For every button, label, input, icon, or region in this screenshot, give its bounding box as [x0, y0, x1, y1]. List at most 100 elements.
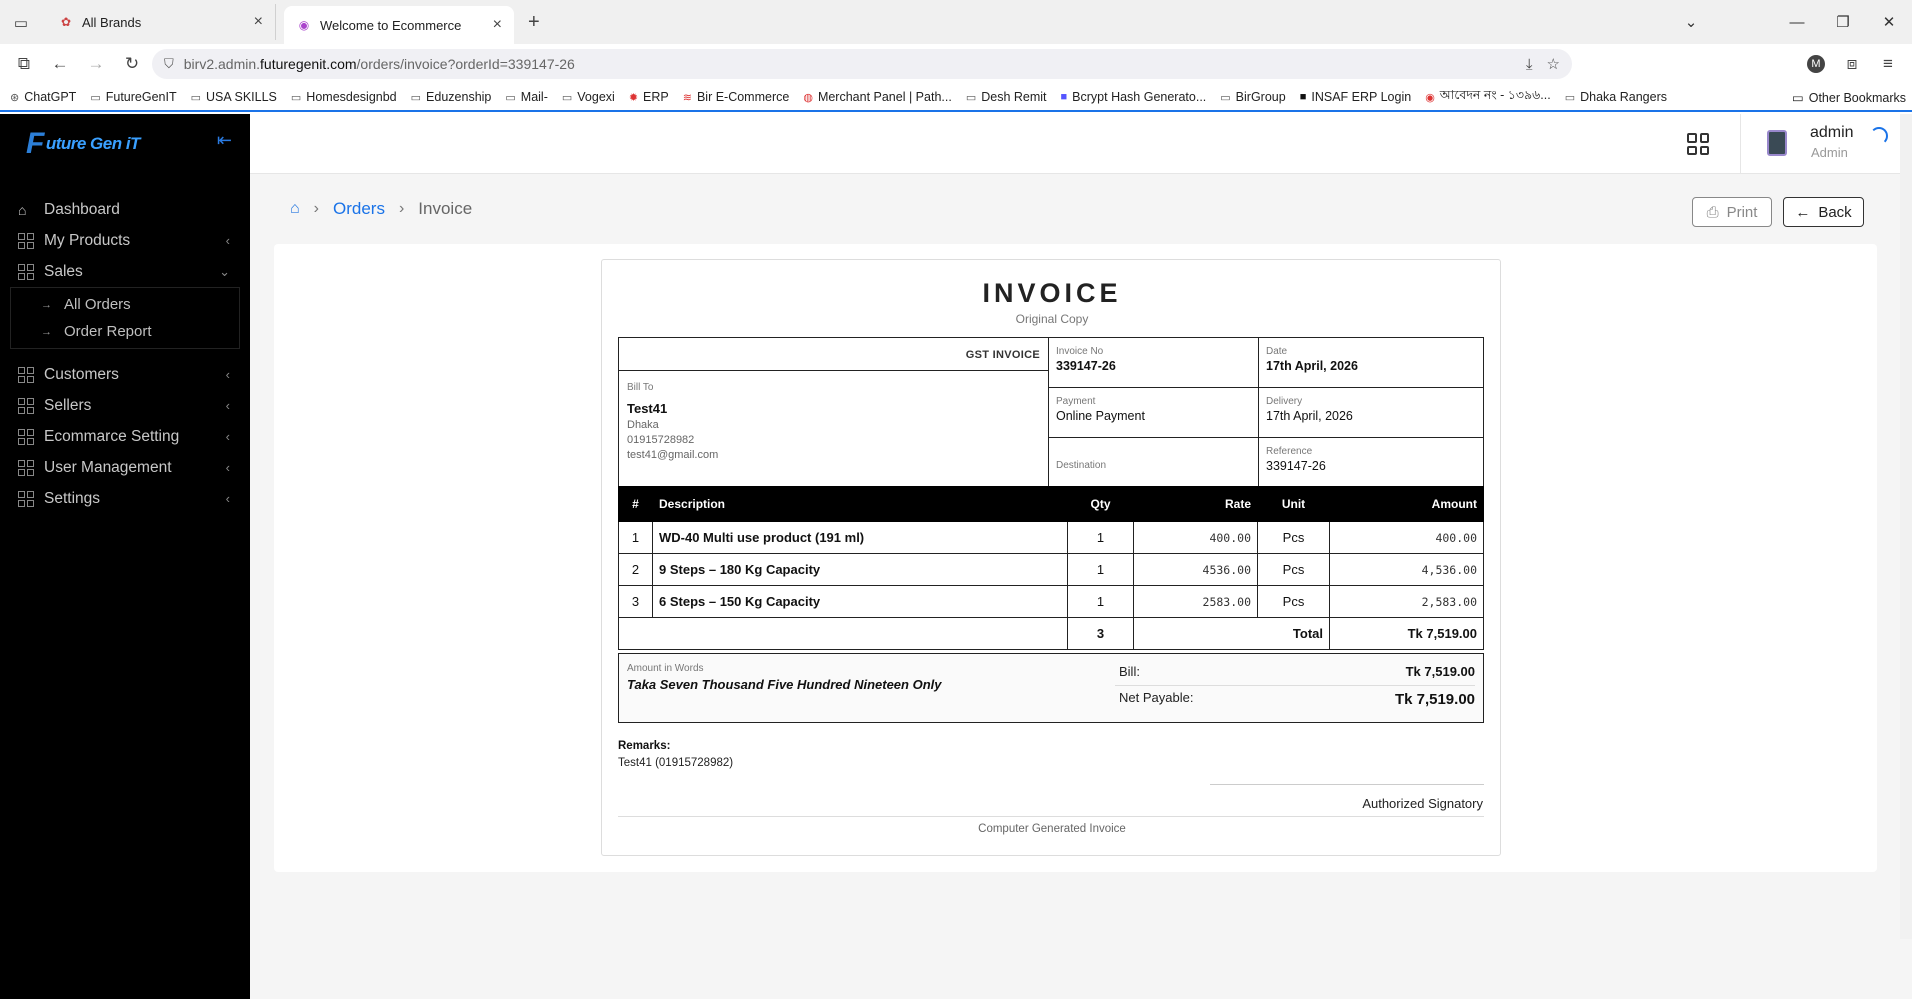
close-window-icon[interactable]: ✕	[1866, 13, 1912, 31]
grid-icon	[18, 397, 34, 414]
bookmark-star-icon[interactable]: ☆	[1547, 55, 1560, 73]
sidebar-item-settings[interactable]: Settings ‹	[0, 483, 250, 514]
sidebar: Future Gen iT ⇤ ⌂ Dashboard My Products …	[0, 114, 250, 999]
home-icon[interactable]: ⌂	[290, 200, 300, 218]
browser-tab-welcome[interactable]: ◉ Welcome to Ecommerce ×	[284, 6, 514, 44]
close-tab-icon[interactable]: ×	[493, 16, 502, 34]
arrow-right-icon: →	[41, 298, 52, 311]
tab-list-icon[interactable]: ▭	[10, 12, 32, 34]
invoice-footer: Computer Generated Invoice	[978, 823, 1126, 835]
site-info-icon[interactable]: ⛉	[164, 56, 174, 72]
folder-icon: ▭	[561, 91, 573, 104]
table-row: 3 6 Steps – 150 Kg Capacity 1 2583.00 Pc…	[618, 585, 1484, 618]
folder-icon: ▭	[290, 91, 302, 104]
folder-icon: ▭	[90, 91, 101, 104]
bcrypt-icon: ■	[1060, 91, 1068, 103]
bookmark-item[interactable]: ■ Bcrypt Hash Generato...	[1061, 90, 1207, 104]
bookmark-item[interactable]: ▭ Vogexi	[562, 90, 615, 104]
url-text: birv2.admin.futuregenit.com/orders/invoi…	[183, 56, 575, 72]
bill-value: Tk 7,519.00	[1405, 664, 1475, 679]
chevron-down-icon: ⌄	[219, 263, 230, 279]
sidebar-item-order-report[interactable]: → Order Report	[11, 318, 239, 345]
other-bookmarks[interactable]: ▭ Other Bookmarks	[1792, 90, 1906, 106]
folder-icon: ▭	[505, 91, 516, 104]
grid-icon	[18, 232, 34, 249]
sidebar-item-my-products[interactable]: My Products ‹	[0, 225, 250, 256]
total-row: 3 Total Tk 7,519.00	[618, 617, 1484, 650]
remarks-value: Test41 (01915728982)	[618, 757, 734, 769]
bookmark-item[interactable]: ≋ Bir E-Commerce	[683, 90, 790, 104]
sales-submenu: → All Orders → Order Report	[10, 287, 240, 349]
bookmark-item[interactable]: ▭ Eduzenship	[411, 90, 492, 104]
sidebar-item-ecommerce-setting[interactable]: Ecommarce Setting ‹	[0, 421, 250, 452]
customer-name: Test41	[627, 401, 668, 416]
extensions-icon[interactable]: ⧈	[1836, 48, 1868, 80]
close-tab-icon[interactable]: ×	[254, 13, 263, 31]
folder-icon: ▭	[190, 91, 202, 104]
scrollbar[interactable]	[1900, 114, 1912, 939]
profile-icon[interactable]: M	[1800, 48, 1832, 80]
bookmark-item[interactable]: ◉ আবেদন নং - ১৩৯৬...	[1425, 87, 1551, 107]
chevron-left-icon: ‹	[225, 398, 230, 413]
chevron-left-icon: ‹	[225, 491, 230, 506]
breadcrumb: ⌂ › Orders › Invoice	[290, 199, 472, 219]
bookmark-item[interactable]: ✹ ERP	[629, 90, 669, 104]
bookmark-item[interactable]: ▭ Mail-	[505, 90, 548, 104]
sidebar-item-all-orders[interactable]: → All Orders	[11, 291, 239, 318]
printer-icon: ⎙	[1706, 203, 1719, 221]
sidebar-item-sellers[interactable]: Sellers ‹	[0, 390, 250, 421]
reload-icon[interactable]: ↻	[116, 48, 148, 80]
bookmark-item[interactable]: ▭ USA SKILLS	[191, 90, 277, 104]
grid-icon	[18, 263, 34, 280]
browser-tab-all-brands[interactable]: ✿ All Brands ×	[46, 4, 276, 40]
breadcrumb-orders[interactable]: Orders	[333, 199, 385, 219]
loading-spinner-icon	[1870, 127, 1888, 145]
tab-title: All Brands	[82, 14, 142, 30]
back-arrow-icon[interactable]: ←	[44, 48, 76, 80]
tab-title: Welcome to Ecommerce	[320, 17, 462, 33]
amount-summary: Amount in Words Taka Seven Thousand Five…	[618, 653, 1484, 723]
bookmark-item[interactable]: ▭ FutureGenIT	[90, 90, 176, 104]
avatar[interactable]	[1767, 130, 1787, 156]
chevron-left-icon: ‹	[225, 429, 230, 444]
sidebar-item-sales[interactable]: Sales ⌄	[0, 256, 250, 287]
brand-logo[interactable]: Future Gen iT	[0, 114, 250, 174]
arrow-left-icon: ←	[1795, 203, 1811, 221]
invoice-document: INVOICE Original Copy GST INVOICE Bill T…	[601, 259, 1501, 856]
grid-icon	[18, 428, 34, 445]
bookmark-item[interactable]: ▭ Desh Remit	[966, 90, 1047, 104]
bill-to-block: Bill To Test41 Dhaka 01915728982 test41@…	[619, 371, 1049, 488]
collapse-sidebar-icon[interactable]: ⇤	[217, 130, 232, 151]
print-button[interactable]: ⎙ Print	[1692, 197, 1772, 227]
tab-dropdown-icon[interactable]: ⌄	[1668, 13, 1714, 31]
sidebar-toggle-icon[interactable]: ⧉	[8, 48, 40, 80]
folder-icon: ▭	[1220, 91, 1231, 104]
new-tab-icon[interactable]: +	[528, 11, 540, 34]
amount-in-words: Taka Seven Thousand Five Hundred Ninetee…	[627, 677, 942, 692]
minimize-icon[interactable]: —	[1774, 14, 1820, 31]
grid-icon	[18, 490, 34, 507]
back-button[interactable]: ← Back	[1783, 197, 1864, 227]
bookmark-item[interactable]: ▭ Dhaka Rangers	[1565, 90, 1667, 104]
payment-cell: Payment Online Payment	[1049, 388, 1259, 438]
restore-icon[interactable]: ❐	[1820, 13, 1866, 31]
total-label: Total	[1133, 617, 1330, 650]
arrow-right-icon: →	[41, 325, 52, 338]
bookmark-item[interactable]: ◍ Merchant Panel | Path...	[803, 90, 951, 104]
bookmark-item[interactable]: ▭ Homesdesignbd	[291, 90, 397, 104]
menu-icon[interactable]: ≡	[1872, 48, 1904, 80]
apps-grid-icon[interactable]	[1687, 133, 1709, 155]
forward-arrow-icon[interactable]: →	[80, 48, 112, 80]
address-bar[interactable]: ⛉ birv2.admin.futuregenit.com/orders/inv…	[152, 49, 1572, 79]
bookmark-item[interactable]: ⊛ ChatGPT	[10, 90, 76, 104]
sidebar-item-dashboard[interactable]: ⌂ Dashboard	[0, 194, 250, 225]
bookmark-item[interactable]: ■ INSAF ERP Login	[1300, 90, 1411, 104]
tab-favicon-icon: ✿	[60, 15, 72, 29]
bookmark-item[interactable]: ▭ BirGroup	[1220, 90, 1285, 104]
user-name[interactable]: admin	[1810, 124, 1854, 142]
sidebar-item-user-management[interactable]: User Management ‹	[0, 452, 250, 483]
sidebar-nav: ⌂ Dashboard My Products ‹ Sales ⌄ → All O…	[0, 174, 250, 514]
install-icon[interactable]: ⤓	[1526, 56, 1533, 73]
grid-icon	[18, 366, 34, 383]
sidebar-item-customers[interactable]: Customers ‹	[0, 359, 250, 390]
